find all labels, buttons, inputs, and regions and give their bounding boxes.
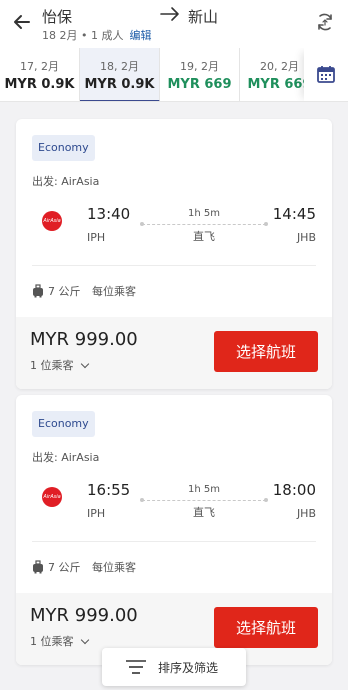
tab-date: 17, 2月 <box>20 60 59 73</box>
airline-logo: AirAsia <box>42 487 62 507</box>
baggage-note: 每位乘客 <box>92 285 136 298</box>
baggage-icon <box>33 284 43 298</box>
tab-date: 19, 2月 <box>180 60 219 73</box>
route-line <box>140 222 268 226</box>
passenger-count: 1 位乘客 <box>30 359 74 372</box>
baggage-icon <box>33 560 43 574</box>
calendar-button[interactable] <box>304 48 348 101</box>
flight-price: MYR 999.00 <box>30 605 138 626</box>
departure-time: 16:55 <box>87 481 131 499</box>
baggage-allowance: 7 公斤 <box>48 561 81 574</box>
route-arrow-icon <box>160 7 179 21</box>
chevron-down-icon <box>80 635 89 645</box>
chevron-down-icon <box>80 359 89 369</box>
tab-price: MYR 0.9K <box>4 77 75 92</box>
cabin-badge: Economy <box>32 411 95 437</box>
swap-icon[interactable] <box>314 11 336 33</box>
passenger-selector[interactable]: 1 位乘客 <box>30 633 89 649</box>
calendar-icon <box>317 66 335 83</box>
divider <box>32 265 316 266</box>
sort-filter-button[interactable]: 排序及筛选 <box>102 648 246 686</box>
flight-duration: 1h 5m <box>188 208 220 219</box>
stops-label: 直飞 <box>193 506 215 519</box>
select-flight-button[interactable]: 选择航班 <box>214 331 318 372</box>
departure-time: 13:40 <box>87 205 131 223</box>
passenger-selector[interactable]: 1 位乘客 <box>30 357 89 373</box>
flight-duration: 1h 5m <box>188 484 220 495</box>
tab-price: MYR 669 <box>167 77 232 92</box>
airline-name: 出发: AirAsia <box>32 451 100 464</box>
arrival-time: 14:45 <box>272 205 316 223</box>
route-line <box>140 498 268 502</box>
departure-airport: IPH <box>87 231 106 244</box>
arrival-time: 18:00 <box>272 481 316 499</box>
date-tab[interactable]: 17, 2月 MYR 0.9K <box>0 48 80 101</box>
tab-price: MYR 0.9K <box>84 77 155 92</box>
edit-link[interactable]: 编辑 <box>129 29 151 42</box>
arrival-airport: JHB <box>296 507 316 520</box>
tab-date: 18, 2月 <box>100 60 139 73</box>
origin-city: 怡保 <box>42 8 73 26</box>
baggage-allowance: 7 公斤 <box>48 285 81 298</box>
departure-airport: IPH <box>87 507 106 520</box>
date-tab[interactable]: 19, 2月 MYR 669 <box>160 48 240 101</box>
arrival-airport: JHB <box>296 231 316 244</box>
trip-summary: 18 2月 • 1 成人 编辑 <box>42 27 151 43</box>
flight-price: MYR 999.00 <box>30 329 138 350</box>
date-tabs: 17, 2月 MYR 0.9K 18, 2月 MYR 0.9K 19, 2月 M… <box>0 48 348 102</box>
passenger-count: 1 位乘客 <box>30 635 74 648</box>
stops-label: 直飞 <box>193 230 215 243</box>
baggage-note: 每位乘客 <box>92 561 136 574</box>
destination-city: 新山 <box>188 8 219 26</box>
sort-filter-icon <box>126 660 146 674</box>
airline-logo: AirAsia <box>42 211 62 231</box>
select-flight-button[interactable]: 选择航班 <box>214 607 318 648</box>
sort-filter-label: 排序及筛选 <box>158 661 219 675</box>
back-arrow-icon[interactable] <box>12 12 32 32</box>
flight-card[interactable]: Economy 出发: AirAsia AirAsia 13:40 IPH 1h… <box>16 119 332 389</box>
date-passenger-text: 18 2月 • 1 成人 <box>42 29 124 42</box>
date-tab-selected[interactable]: 18, 2月 MYR 0.9K <box>80 48 160 101</box>
header: 怡保 新山 18 2月 • 1 成人 编辑 <box>0 0 348 48</box>
divider <box>32 541 316 542</box>
card-footer: MYR 999.00 1 位乘客 选择航班 <box>16 317 332 389</box>
cabin-badge: Economy <box>32 135 95 161</box>
flight-card[interactable]: Economy 出发: AirAsia AirAsia 16:55 IPH 1h… <box>16 395 332 665</box>
airline-name: 出发: AirAsia <box>32 175 100 188</box>
